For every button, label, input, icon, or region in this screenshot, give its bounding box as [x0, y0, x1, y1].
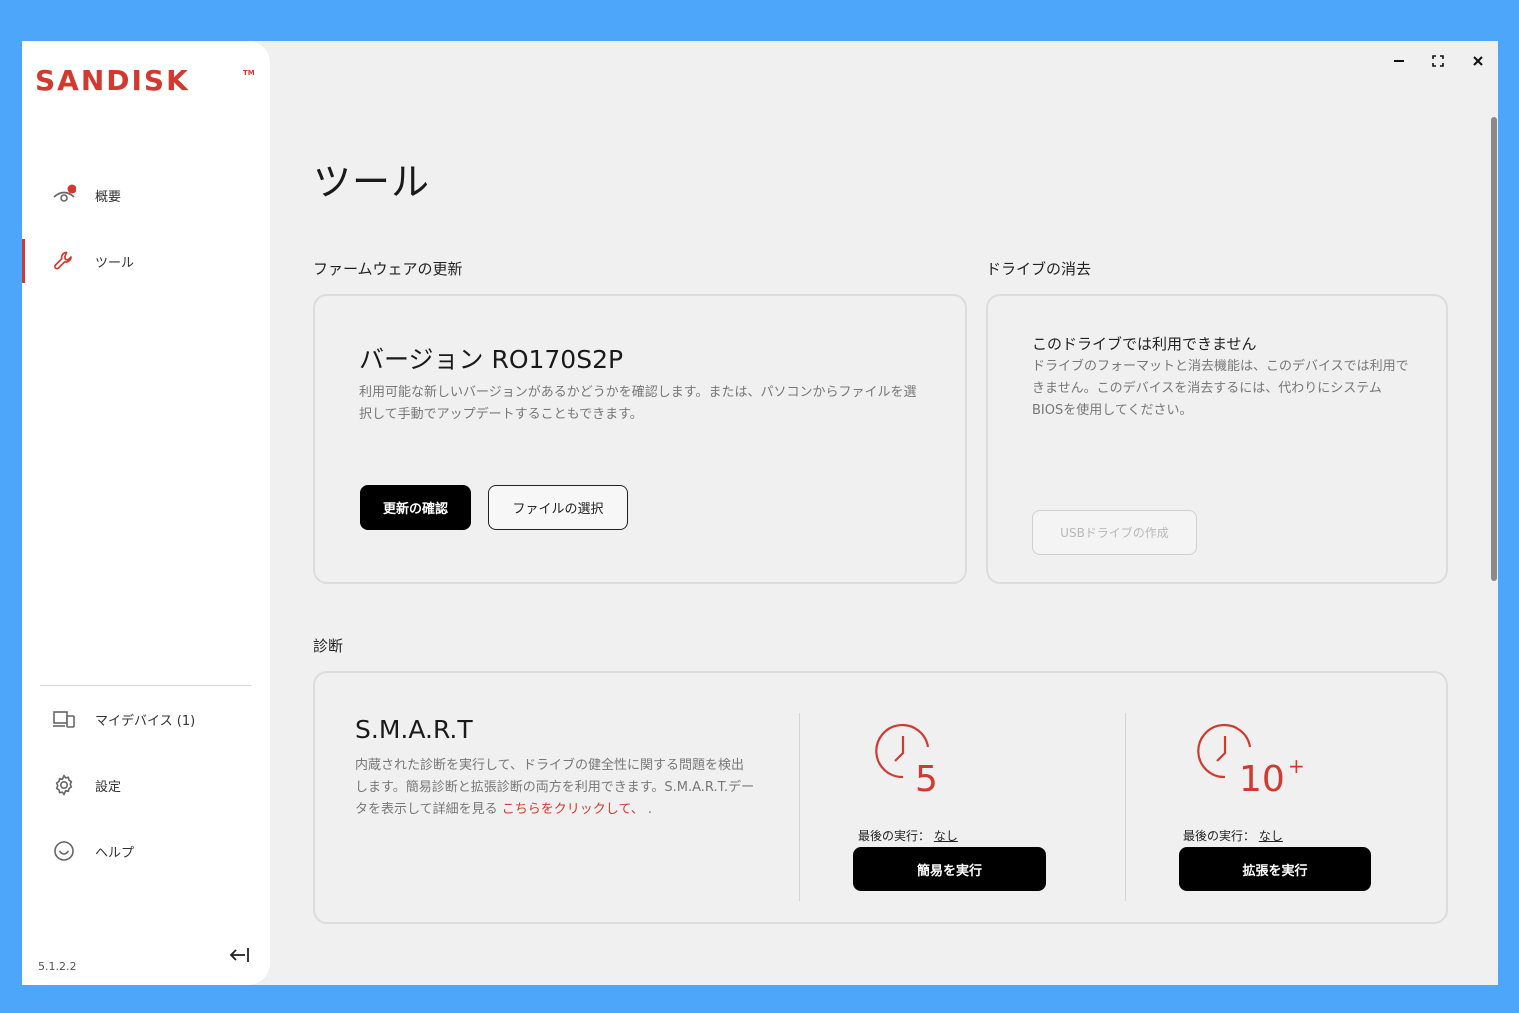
select-file-button[interactable]: ファイルの選択 [488, 485, 628, 530]
logo-tm: TM [243, 69, 255, 77]
sidebar-item-my-devices[interactable]: マイデバイス (1) [22, 697, 270, 741]
scrollbar-thumb[interactable] [1491, 117, 1497, 581]
help-smile-icon [52, 839, 76, 863]
erase-unavailable-title: このドライブでは利用できません [1032, 335, 1257, 353]
page-title: ツール [313, 160, 431, 204]
quick-last-run: 最後の実行： なし [858, 827, 958, 844]
minimize-icon[interactable] [1389, 51, 1409, 71]
extended-last-run: 最後の実行： なし [1183, 827, 1283, 844]
check-update-button[interactable]: 更新の確認 [360, 485, 471, 530]
sidebar-divider [40, 685, 252, 686]
extended-plus: + [1288, 754, 1305, 778]
diagnostics-section-title: 診断 [313, 637, 344, 655]
erase-card: このドライブでは利用できません ドライブのフォーマットと消去機能は、このデバイス… [986, 294, 1448, 584]
gear-icon [52, 773, 76, 797]
sidebar-item-label: 概要 [95, 189, 122, 205]
extended-last-run-value[interactable]: なし [1259, 829, 1283, 843]
close-icon[interactable] [1468, 51, 1488, 71]
quick-last-run-value[interactable]: なし [934, 829, 958, 843]
diagnostics-divider [1125, 713, 1126, 901]
erase-section-title: ドライブの消去 [986, 260, 1092, 278]
erase-description: ドライブのフォーマットと消去機能は、このデバイスでは利用できません。このデバイス… [1032, 359, 1409, 418]
extended-last-run-label: 最後の実行： [1183, 829, 1256, 843]
firmware-description: 利用可能な新しいバージョンがあるかどうかを確認します。または、パソコンからファイ… [359, 385, 917, 422]
extended-minutes: 10 [1239, 759, 1285, 795]
maximize-icon[interactable] [1428, 51, 1448, 71]
smart-data-link[interactable]: こちらをクリックして、 [502, 802, 644, 817]
eye-notification-icon [52, 183, 77, 207]
diagnostics-card: S.M.A.R.T 内蔵された診断を実行して、ドライブの健全性に関する問題を検出… [313, 671, 1448, 924]
smart-description: 内蔵された診断を実行して、ドライブの健全性に関する問題を検出します。簡易診断と拡… [355, 755, 755, 821]
sidebar-item-label: ヘルプ [95, 845, 135, 861]
sidebar-item-help[interactable]: ヘルプ [22, 829, 270, 873]
devices-icon [52, 707, 76, 731]
scrollbar[interactable] [1490, 77, 1498, 985]
clock-5-icon: 5 [873, 723, 943, 800]
sandisk-logo: SANDISK TM [35, 64, 257, 97]
firmware-card: バージョン RO170S2P 利用可能な新しいバージョンがあるかどうかを確認しま… [313, 294, 967, 584]
sidebar: SANDISK TM 概要 ツール マイデバイス (1) 設定 ヘルプ 5.1.… [22, 41, 270, 985]
app-version: 5.1.2.2 [38, 960, 77, 973]
clock-10-plus-icon: 10 + [1195, 723, 1315, 800]
wrench-icon [52, 249, 76, 273]
quick-minutes: 5 [915, 759, 938, 795]
collapse-sidebar-icon[interactable] [228, 943, 252, 967]
sidebar-item-label: 設定 [95, 779, 122, 795]
quick-last-run-label: 最後の実行： [858, 829, 931, 843]
app-window: SANDISK TM 概要 ツール マイデバイス (1) 設定 ヘルプ 5.1.… [22, 41, 1498, 985]
sidebar-item-overview[interactable]: 概要 [22, 173, 270, 217]
sidebar-item-label: ツール [95, 255, 135, 271]
sidebar-item-label: マイデバイス (1) [95, 713, 196, 729]
firmware-section-title: ファームウェアの更新 [313, 260, 463, 278]
run-quick-button[interactable]: 簡易を実行 [853, 847, 1046, 891]
logo-text: SANDISK [35, 67, 190, 93]
run-extended-button[interactable]: 拡張を実行 [1179, 847, 1371, 891]
diagnostics-divider [799, 713, 800, 901]
smart-description-suffix: . [643, 802, 652, 817]
sidebar-item-tools[interactable]: ツール [22, 239, 270, 283]
create-usb-button[interactable]: USBドライブの作成 [1032, 510, 1197, 555]
firmware-version: バージョン RO170S2P [359, 345, 624, 374]
smart-title: S.M.A.R.T [355, 715, 473, 744]
sidebar-item-settings[interactable]: 設定 [22, 763, 270, 807]
